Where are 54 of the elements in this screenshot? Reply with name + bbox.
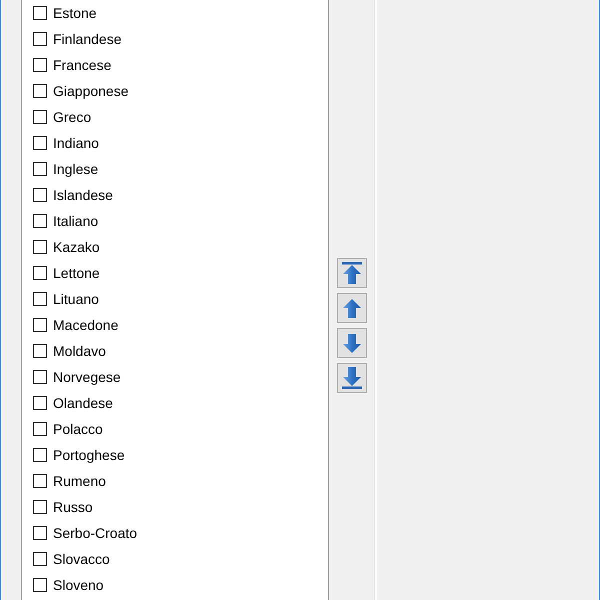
- language-label[interactable]: Serbo-Croato: [53, 524, 138, 542]
- move-to-bottom-button[interactable]: [336, 363, 366, 393]
- language-label[interactable]: Portoghese: [53, 446, 125, 464]
- language-label[interactable]: Olandese: [53, 394, 113, 412]
- language-label[interactable]: Finlandese: [53, 30, 122, 48]
- language-label[interactable]: Norvegese: [53, 368, 121, 386]
- language-label[interactable]: Lituano: [53, 290, 99, 308]
- language-label[interactable]: Slovacco: [53, 550, 110, 568]
- checkbox[interactable]: [33, 526, 47, 540]
- checkbox[interactable]: [33, 32, 47, 46]
- checkbox[interactable]: [33, 370, 47, 384]
- checkbox[interactable]: [33, 84, 47, 98]
- move-up-button[interactable]: [336, 293, 366, 323]
- language-label[interactable]: Greco: [53, 108, 92, 126]
- language-label[interactable]: Indiano: [53, 134, 99, 152]
- checkbox[interactable]: [33, 136, 47, 150]
- checkbox[interactable]: [33, 344, 47, 358]
- arrow-down-to-bar-icon: [342, 367, 362, 389]
- checkbox[interactable]: [33, 552, 47, 566]
- arrow-up-to-bar-icon: [342, 262, 362, 284]
- language-label[interactable]: Italiano: [53, 212, 98, 230]
- language-label[interactable]: Macedone: [53, 316, 118, 334]
- arrow-down-icon: [342, 334, 360, 352]
- checkbox[interactable]: [33, 500, 47, 514]
- language-label[interactable]: Inglese: [53, 160, 98, 178]
- checkbox[interactable]: [33, 162, 47, 176]
- checkbox[interactable]: [33, 292, 47, 306]
- checkbox[interactable]: [33, 110, 47, 124]
- arrow-up-icon: [342, 298, 360, 318]
- checkbox[interactable]: [33, 474, 47, 488]
- language-label[interactable]: Russo: [53, 498, 93, 516]
- checkbox[interactable]: [33, 188, 47, 202]
- checkbox[interactable]: [33, 422, 47, 436]
- checkbox[interactable]: [33, 396, 47, 410]
- checkbox[interactable]: [33, 214, 47, 228]
- checkbox[interactable]: [33, 578, 47, 592]
- language-label[interactable]: Lettone: [53, 264, 100, 282]
- checkbox[interactable]: [33, 318, 47, 332]
- language-label[interactable]: Sloveno: [53, 576, 104, 594]
- language-label[interactable]: Polacco: [53, 420, 103, 438]
- language-label[interactable]: Moldavo: [53, 342, 106, 360]
- language-label[interactable]: Giapponese: [53, 82, 129, 100]
- language-label[interactable]: Estone: [53, 4, 97, 22]
- language-label[interactable]: Rumeno: [53, 472, 106, 490]
- language-label[interactable]: Francese: [53, 56, 112, 74]
- language-label[interactable]: Islandese: [53, 186, 113, 204]
- checkbox[interactable]: [33, 240, 47, 254]
- move-to-top-button[interactable]: [336, 258, 366, 288]
- language-label[interactable]: Kazako: [53, 238, 100, 256]
- checkbox[interactable]: [33, 6, 47, 20]
- checkbox[interactable]: [33, 58, 47, 72]
- move-down-button[interactable]: [336, 328, 366, 358]
- checkbox[interactable]: [33, 448, 47, 462]
- checkbox[interactable]: [33, 266, 47, 280]
